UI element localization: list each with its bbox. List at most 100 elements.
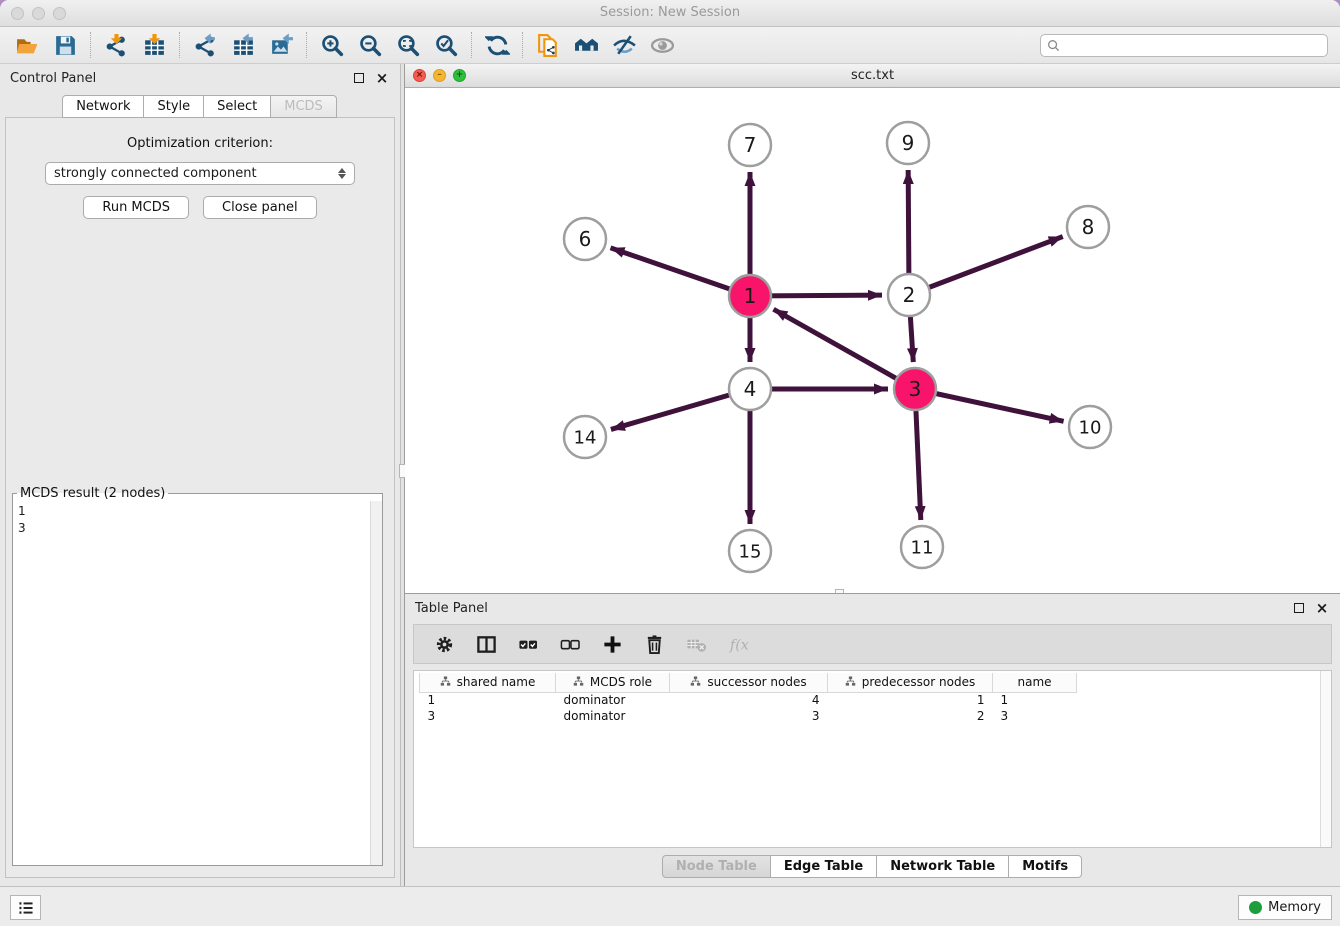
delete-table-icon — [686, 634, 707, 655]
graph-node-1[interactable]: 1 — [729, 275, 771, 317]
table-settings-gear-button[interactable] — [430, 630, 458, 658]
delete-column-button[interactable] — [640, 630, 668, 658]
memory-button[interactable]: Memory — [1238, 895, 1332, 920]
hide-selected-button[interactable] — [605, 30, 643, 60]
search-icon — [1047, 39, 1060, 52]
tab-select[interactable]: Select — [203, 95, 271, 118]
cell-shared-name[interactable]: 1 — [420, 692, 556, 708]
toolbar-separator — [471, 32, 472, 58]
tab-network[interactable]: Network — [62, 95, 144, 118]
table-float-panel-icon[interactable] — [1291, 600, 1307, 616]
close-panel-icon[interactable]: × — [374, 70, 390, 86]
column-header-predecessor-nodes[interactable]: predecessor nodes — [828, 673, 993, 692]
network-window-titlebar[interactable]: scc.txt × – + — [405, 64, 1340, 88]
column-label: shared name — [457, 675, 536, 689]
show-all-button[interactable] — [643, 30, 681, 60]
edge-3-10[interactable] — [915, 389, 1064, 421]
search-input[interactable] — [1065, 39, 1321, 53]
import-network-button[interactable] — [97, 30, 135, 60]
graph-node-9[interactable]: 9 — [887, 122, 929, 164]
search-box[interactable] — [1040, 34, 1328, 57]
cell-successor-nodes[interactable]: 4 — [670, 692, 828, 708]
graph-node-11[interactable]: 11 — [901, 526, 943, 568]
deselect-all-checkboxes-icon — [560, 634, 581, 655]
svg-text:7: 7 — [744, 133, 757, 157]
float-panel-icon[interactable] — [351, 70, 367, 86]
task-history-button[interactable] — [10, 895, 41, 920]
save-session-button[interactable] — [46, 30, 84, 60]
zoom-fit-button[interactable] — [389, 30, 427, 60]
optimization-criterion-dropdown[interactable]: strongly connected component — [45, 162, 355, 185]
edge-3-1[interactable] — [774, 309, 915, 389]
tab-style[interactable]: Style — [143, 95, 204, 118]
close-panel-button[interactable]: Close panel — [203, 196, 317, 219]
graph-node-6[interactable]: 6 — [564, 218, 606, 260]
open-session-icon — [15, 33, 40, 58]
app-window: Session: New Session Control Panel × Net… — [0, 0, 1340, 926]
hide-selected-icon — [612, 33, 637, 58]
graph-node-15[interactable]: 15 — [729, 530, 771, 572]
export-network-button[interactable] — [186, 30, 224, 60]
svg-text:f(x): f(x) — [728, 637, 748, 653]
network-window-title: scc.txt — [405, 68, 1340, 83]
new-network-from-selection-button[interactable] — [529, 30, 567, 60]
table-tab-node-table[interactable]: Node Table — [662, 855, 771, 878]
table-tab-motifs[interactable]: Motifs — [1008, 855, 1082, 878]
column-header-successor-nodes[interactable]: successor nodes — [670, 673, 828, 692]
graph-node-3[interactable]: 3 — [894, 368, 936, 410]
run-mcds-button[interactable]: Run MCDS — [83, 196, 189, 219]
zoom-out-icon — [358, 33, 383, 58]
table-tab-network-table[interactable]: Network Table — [876, 855, 1009, 878]
cell-mcds-role[interactable]: dominator — [556, 708, 670, 724]
motif-finder-button[interactable] — [567, 30, 605, 60]
export-table-button[interactable] — [224, 30, 262, 60]
cell-predecessor-nodes[interactable]: 2 — [828, 708, 993, 724]
statusbar: Memory — [0, 886, 1340, 926]
cell-shared-name[interactable]: 3 — [420, 708, 556, 724]
graph-node-14[interactable]: 14 — [564, 416, 606, 458]
table-scrollbar[interactable] — [1320, 671, 1331, 847]
table-tab-edge-table[interactable]: Edge Table — [770, 855, 877, 878]
toolbar-separator — [90, 32, 91, 58]
column-header-shared-name[interactable]: shared name — [420, 673, 556, 692]
table-close-panel-icon[interactable]: × — [1314, 600, 1330, 616]
open-session-button[interactable] — [8, 30, 46, 60]
network-graph[interactable]: 7 9 6 8 1 2 4 3 14 10 15 11 — [405, 88, 1340, 593]
table-row[interactable]: 1dominator411 — [420, 692, 1077, 708]
cell-name[interactable]: 3 — [993, 708, 1077, 724]
cell-name[interactable]: 1 — [993, 692, 1077, 708]
import-table-button[interactable] — [135, 30, 173, 60]
graph-node-8[interactable]: 8 — [1067, 206, 1109, 248]
zoom-selected-button[interactable] — [427, 30, 465, 60]
column-header-mcds-role[interactable]: MCDS role — [556, 673, 670, 692]
toggle-column-layout-button[interactable] — [472, 630, 500, 658]
graph-node-4[interactable]: 4 — [729, 368, 771, 410]
edge-2-8[interactable] — [909, 237, 1063, 295]
graph-node-7[interactable]: 7 — [729, 124, 771, 166]
column-header-name[interactable]: name — [993, 673, 1077, 692]
refresh-layout-button[interactable] — [478, 30, 516, 60]
column-sort-icon[interactable] — [573, 676, 584, 687]
cell-predecessor-nodes[interactable]: 1 — [828, 692, 993, 708]
column-sort-icon[interactable] — [845, 676, 856, 687]
cell-mcds-role[interactable]: dominator — [556, 692, 670, 708]
tab-mcds[interactable]: MCDS — [270, 95, 337, 118]
deselect-all-checkboxes-button[interactable] — [556, 630, 584, 658]
zoom-out-button[interactable] — [351, 30, 389, 60]
mcds-result-title: MCDS result (2 nodes) — [17, 486, 168, 501]
add-column-button[interactable] — [598, 630, 626, 658]
graph-node-2[interactable]: 2 — [888, 274, 930, 316]
graph-node-10[interactable]: 10 — [1069, 406, 1111, 448]
column-sort-icon[interactable] — [440, 676, 451, 687]
export-image-button[interactable] — [262, 30, 300, 60]
result-scrollbar[interactable] — [370, 501, 382, 865]
export-table-icon — [231, 33, 256, 58]
new-network-from-selection-icon — [536, 33, 561, 58]
network-canvas[interactable]: 7 9 6 8 1 2 4 3 14 10 15 11 — [405, 88, 1340, 593]
table-row[interactable]: 3dominator323 — [420, 708, 1077, 724]
delete-column-icon — [644, 634, 665, 655]
zoom-in-button[interactable] — [313, 30, 351, 60]
column-sort-icon[interactable] — [690, 676, 701, 687]
select-all-checkboxes-button[interactable] — [514, 630, 542, 658]
cell-successor-nodes[interactable]: 3 — [670, 708, 828, 724]
